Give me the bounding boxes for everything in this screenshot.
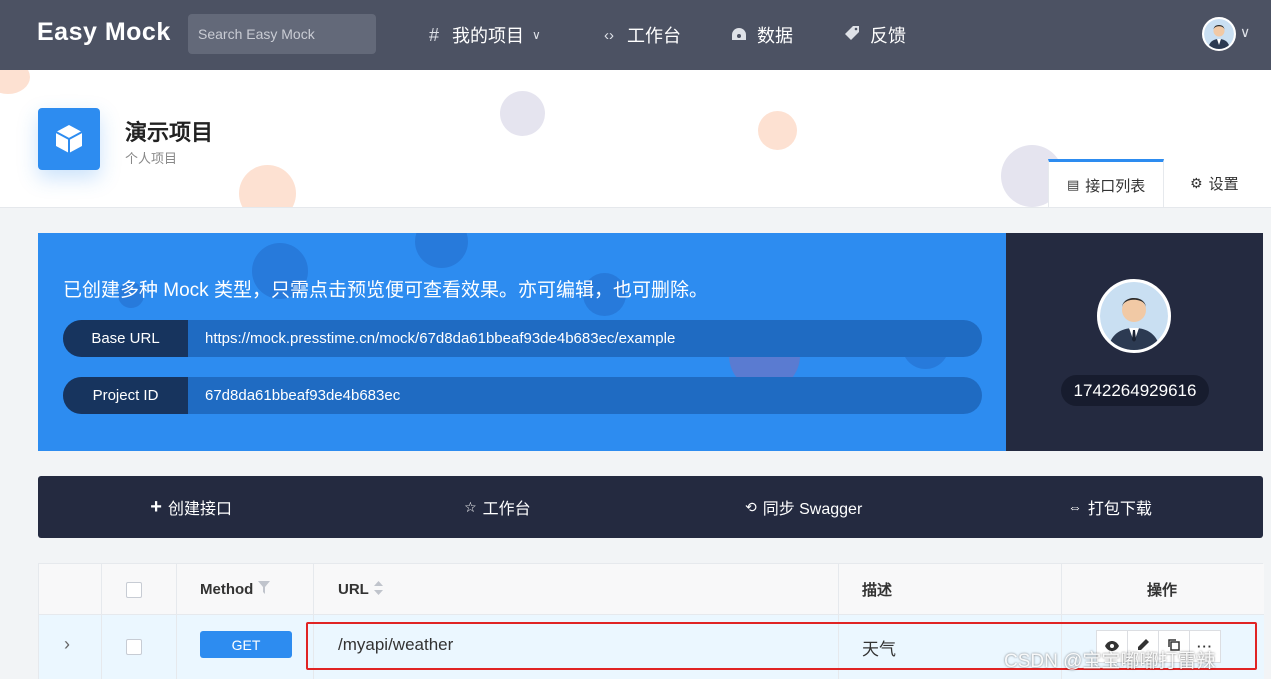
project-subtitle: 个人项目 — [125, 151, 178, 166]
nav-label: 反馈 — [870, 26, 906, 46]
project-title: 演示项目 — [125, 120, 214, 145]
project-id-label: Project ID — [63, 377, 188, 414]
more-dots-icon: ··· — [1197, 639, 1213, 654]
url-column-header[interactable]: URL — [338, 564, 383, 615]
copy-button[interactable] — [1158, 630, 1190, 663]
create-api-button[interactable]: + 创建接口 — [38, 476, 344, 538]
nav-data[interactable]: 数据 — [729, 22, 793, 48]
row-checkbox[interactable] — [126, 639, 142, 655]
header-label: URL — [338, 581, 369, 598]
nav-label: 数据 — [757, 26, 793, 46]
url-cell: /myapi/weather — [338, 635, 454, 654]
app-logo[interactable]: Easy Mock — [37, 18, 171, 47]
info-banner: 已创建多种 Mock 类型，只需点击预览便可查看效果。亦可编辑，也可删除。 Ba… — [38, 233, 1006, 451]
decor-bubble — [0, 70, 30, 94]
desc-cell: 天气 — [862, 640, 896, 659]
table-header: Method URL 描述 操作 — [39, 564, 1264, 615]
plus-icon: + — [150, 495, 162, 518]
column-divider — [101, 564, 102, 679]
project-cube-icon — [38, 108, 100, 170]
user-id-badge: 1742264929616 — [1061, 375, 1209, 406]
select-all-checkbox[interactable] — [126, 582, 142, 598]
tab-label: 设置 — [1208, 176, 1239, 193]
code-arrows-icon: ‹› — [604, 26, 614, 44]
ops-column-header: 操作 — [1147, 582, 1178, 599]
nav-workbench[interactable]: ‹› 工作台 — [599, 22, 681, 48]
nav-feedback[interactable]: 反馈 — [842, 22, 906, 48]
decor-bubble — [415, 233, 468, 268]
dashboard-icon — [729, 25, 749, 46]
top-navbar: Easy Mock # 我的项目 ∨ ‹› 工作台 数据 反馈 ∨ — [0, 0, 1271, 70]
edit-button[interactable] — [1127, 630, 1159, 663]
chevron-down-icon: ∨ — [532, 28, 541, 42]
action-label: 工作台 — [482, 501, 531, 518]
project-id-value[interactable]: 67d8da61bbeaf93de4b683ec — [188, 377, 982, 414]
action-label: 同步 Swagger — [762, 501, 863, 518]
chevron-down-icon[interactable]: ∨ — [1240, 24, 1250, 41]
star-icon: ☆ — [464, 498, 477, 515]
workbench-button[interactable]: ☆ 工作台 — [344, 476, 650, 538]
action-bar: + 创建接口 ☆ 工作台 ⟲ 同步 Swagger ⇔ 打包下载 — [38, 476, 1263, 538]
decor-bubble — [239, 165, 296, 207]
user-avatar[interactable] — [1202, 17, 1236, 51]
nav-my-projects[interactable]: # 我的项目 ∨ — [424, 22, 541, 48]
tab-settings[interactable]: ⚙ 设置 — [1172, 159, 1257, 207]
preview-button[interactable] — [1096, 630, 1128, 663]
filter-icon[interactable] — [258, 581, 271, 598]
banner-message: 已创建多种 Mock 类型，只需点击预览便可查看效果。亦可编辑，也可删除。 — [63, 280, 708, 301]
base-url-field[interactable]: Base URL https://mock.presstime.cn/mock/… — [63, 320, 982, 357]
action-label: 创建接口 — [167, 501, 232, 518]
desc-column-header: 描述 — [862, 582, 893, 599]
tag-icon — [842, 25, 862, 46]
base-url-value[interactable]: https://mock.presstime.cn/mock/67d8da61b… — [188, 320, 982, 357]
tab-label: 接口列表 — [1085, 177, 1146, 195]
sync-icon: ⟲ — [744, 498, 757, 515]
row-actions: ··· — [1096, 630, 1221, 663]
method-column-header[interactable]: Method — [200, 564, 271, 615]
sort-icon[interactable] — [373, 580, 383, 599]
method-badge[interactable]: GET — [200, 631, 292, 658]
eye-icon — [1105, 639, 1119, 654]
column-divider — [838, 564, 839, 679]
table-row[interactable]: › GET /myapi/weather 天气 ··· — [39, 615, 1264, 679]
header-label: Method — [200, 581, 254, 598]
download-button[interactable]: ⇔ 打包下载 — [957, 476, 1263, 538]
search-input[interactable] — [188, 14, 376, 54]
copy-icon — [1168, 639, 1180, 654]
tab-api-list[interactable]: ▤ 接口列表 — [1048, 159, 1165, 207]
nav-label: 工作台 — [627, 26, 681, 46]
project-header: 演示项目 个人项目 ▤ 接口列表 ⚙ 设置 — [0, 70, 1271, 208]
gear-icon: ⚙ — [1190, 175, 1203, 191]
nav-label: 我的项目 — [452, 26, 524, 46]
base-url-label: Base URL — [63, 320, 188, 357]
chevron-right-icon[interactable]: › — [64, 634, 70, 655]
action-label: 打包下载 — [1087, 501, 1152, 518]
column-divider — [313, 564, 314, 679]
hash-icon: # — [428, 24, 439, 45]
column-divider — [176, 564, 177, 679]
download-icon: ⇔ — [1067, 499, 1082, 515]
decor-bubble — [500, 91, 545, 136]
user-avatar-large — [1097, 279, 1171, 353]
column-divider — [1061, 564, 1062, 679]
more-button[interactable]: ··· — [1189, 630, 1221, 663]
project-id-field[interactable]: Project ID 67d8da61bbeaf93de4b683ec — [63, 377, 982, 414]
list-icon: ▤ — [1067, 177, 1080, 192]
api-table: Method URL 描述 操作 › GET /myapi/weather 天气 — [38, 563, 1264, 679]
user-panel: 1742264929616 — [1006, 233, 1263, 451]
decor-bubble — [758, 111, 797, 150]
sync-swagger-button[interactable]: ⟲ 同步 Swagger — [651, 476, 957, 538]
pencil-icon — [1137, 639, 1149, 654]
